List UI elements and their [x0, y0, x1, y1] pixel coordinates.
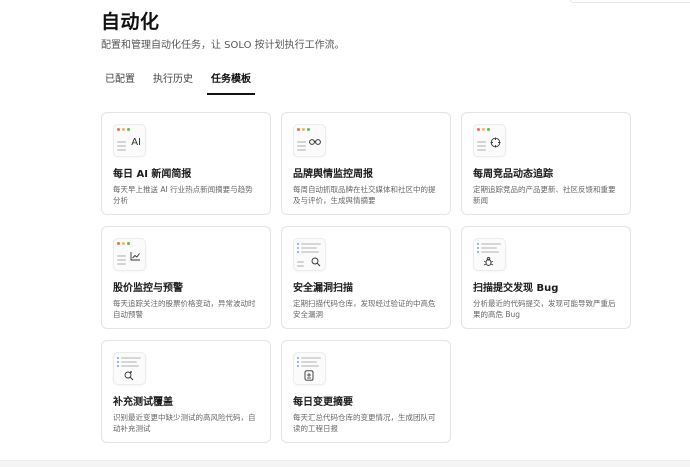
template-thumbnail [293, 238, 326, 271]
template-card-bug-scan[interactable]: 扫描提交发现 Bug 分析最近的代码提交，发现可能导致严重后果的高危 Bug [461, 226, 631, 329]
template-card-daily-changes[interactable]: 每日变更摘要 每天汇总代码仓库的变更情况，生成团队可读的工程日报 [281, 340, 451, 443]
template-title: 扫描提交发现 Bug [473, 283, 559, 294]
template-description: 定期扫描代码仓库，发现经过验证的中高危安全漏洞 [293, 299, 436, 319]
tab-configured[interactable]: 已配置 [101, 70, 139, 95]
page-subtitle: 配置和管理自动化任务，让 SOLO 按计划执行工作流。 [101, 40, 345, 51]
target-icon [490, 137, 501, 148]
bug-icon [483, 256, 494, 267]
template-card-competitor[interactable]: 每周竞品动态追踪 定期追踪竞品的产品更新、社区反馈和重要新闻 [461, 112, 631, 215]
document-icon [304, 370, 314, 381]
glasses-icon [309, 137, 321, 147]
template-description: 每周自动抓取品牌在社交媒体和社区中的提及与评价，生成舆情摘要 [293, 185, 436, 205]
tab-templates[interactable]: 任务模板 [207, 70, 255, 95]
page-title: 自动化 [101, 11, 160, 33]
trend-chart-icon [130, 251, 141, 261]
template-title: 股价监控与预警 [113, 283, 183, 294]
template-thumbnail: AI [113, 124, 146, 157]
template-card-test-coverage[interactable]: 补充测试覆盖 识别最近变更中缺少测试的高风险代码，自动补充测试 [101, 340, 271, 443]
template-thumbnail [473, 124, 506, 157]
template-card-security-scan[interactable]: 安全漏洞扫描 定期扫描代码仓库，发现经过验证的中高危安全漏洞 [281, 226, 451, 329]
template-title: 每日变更摘要 [293, 397, 353, 408]
bottom-edge [0, 460, 690, 467]
ai-text-icon: AI [131, 137, 141, 148]
page-header: 自动化 配置和管理自动化任务，让 SOLO 按计划执行工作流。 [101, 10, 345, 53]
window-corner-panel [570, 0, 690, 3]
template-description: 识别最近变更中缺少测试的高风险代码，自动补充测试 [113, 413, 256, 433]
template-card-brand-monitor[interactable]: 品牌舆情监控周报 每周自动抓取品牌在社交媒体和社区中的提及与评价，生成舆情摘要 [281, 112, 451, 215]
template-description: 每天追踪关注的股票价格变动，异常波动时自动预警 [113, 299, 256, 319]
template-card-stock[interactable]: 股价监控与预警 每天追踪关注的股票价格变动，异常波动时自动预警 [101, 226, 271, 329]
template-thumbnail [293, 124, 326, 157]
template-description: 每天汇总代码仓库的变更情况，生成团队可读的工程日报 [293, 413, 436, 433]
template-thumbnail [113, 352, 146, 385]
template-title: 补充测试覆盖 [113, 397, 173, 408]
template-thumbnail [473, 238, 506, 271]
template-title: 安全漏洞扫描 [293, 283, 353, 294]
template-thumbnail [113, 238, 146, 271]
template-thumbnail [293, 352, 326, 385]
tab-history[interactable]: 执行历史 [149, 70, 197, 95]
search-check-icon [123, 370, 134, 381]
template-description: 每天早上推送 AI 行业热点新闻摘要与趋势分析 [113, 185, 253, 205]
template-description: 定期追踪竞品的产品更新、社区反馈和重要新闻 [473, 185, 616, 205]
template-title: 品牌舆情监控周报 [293, 169, 373, 180]
template-title: 每日 AI 新闻简报 [113, 169, 192, 180]
tab-bar: 已配置 执行历史 任务模板 [101, 70, 265, 95]
template-grid: AI 每日 AI 新闻简报 每天早上推送 AI 行业热点新闻摘要与趋势分析 品牌… [101, 112, 631, 443]
template-card-ai-news[interactable]: AI 每日 AI 新闻简报 每天早上推送 AI 行业热点新闻摘要与趋势分析 [101, 112, 271, 215]
template-title: 每周竞品动态追踪 [473, 169, 553, 180]
scan-search-icon [310, 256, 321, 267]
template-description: 分析最近的代码提交，发现可能导致严重后果的高危 Bug [473, 299, 616, 319]
